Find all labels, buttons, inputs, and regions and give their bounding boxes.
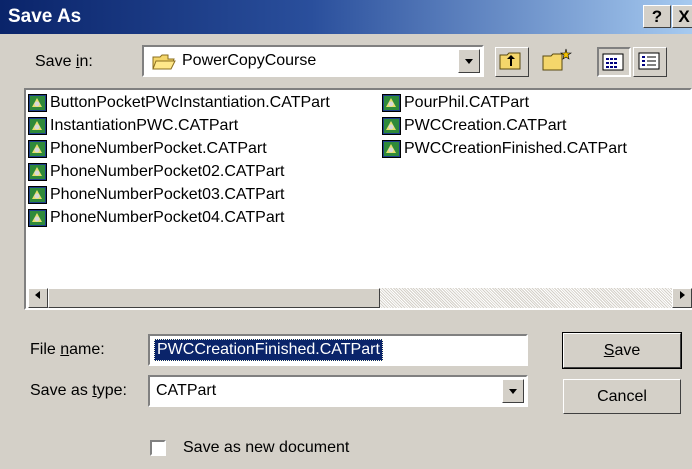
help-button[interactable]: ? [643,5,671,28]
details-view-icon [638,52,660,70]
scrollbar-thumb[interactable] [48,288,380,308]
chevron-left-icon [35,291,40,299]
save-as-type-dropdown[interactable]: CATPart [148,375,528,407]
save-in-value: PowerCopyCourse [182,52,317,69]
file-list-item-name: PWCCreationFinished.CATPart [404,140,627,157]
save-in-dropdown[interactable]: PowerCopyCourse [142,45,484,77]
save-in-dropdown-arrow[interactable] [458,49,480,73]
create-new-folder-icon [542,48,572,71]
catpart-file-icon [382,117,401,135]
catpart-file-icon [382,140,401,158]
chevron-right-icon [680,291,685,299]
catpart-file-icon [28,94,47,112]
chevron-down-icon [509,389,517,394]
horizontal-scrollbar[interactable] [28,288,692,308]
file-list-item-name: ButtonPocketPWcInstantiation.CATPart [50,94,330,111]
catpart-file-icon [28,117,47,135]
folder-open-icon [152,54,176,70]
dialog-title: Save As [8,6,82,27]
save-button[interactable]: Save [562,332,682,369]
save-as-type-label: Save as type: [30,382,127,399]
scroll-right-button[interactable] [672,288,692,308]
catpart-file-icon [28,209,47,227]
details-view-button[interactable] [633,47,667,77]
catpart-file-icon [382,94,401,112]
file-name-input[interactable]: PWCCreationFinished.CATPart [148,334,528,366]
file-list-item-name: PhoneNumberPocket03.CATPart [50,186,285,203]
cancel-button[interactable]: Cancel [563,379,681,414]
file-name-label: File name: [30,341,105,358]
file-list-item-name: PhoneNumberPocket.CATPart [50,140,267,157]
chevron-down-icon [465,59,473,64]
create-new-folder-button[interactable] [540,47,574,77]
file-list-item-name: PWCCreation.CATPart [404,117,567,134]
save-as-new-document-label: Save as new document [183,439,350,456]
close-button[interactable]: X [672,5,692,28]
file-list[interactable]: ButtonPocketPWcInstantiation.CATPart Inst… [24,88,692,310]
title-bar[interactable]: Save As ? X [0,0,692,34]
list-view-button[interactable] [597,47,631,77]
file-name-value: PWCCreationFinished.CATPart [154,339,383,361]
catpart-file-icon [28,140,47,158]
catpart-file-icon [28,186,47,204]
file-list-item-name: InstantiationPWC.CATPart [50,117,239,134]
scroll-left-button[interactable] [28,288,48,308]
file-list-item-name: PhoneNumberPocket02.CATPart [50,163,285,180]
save-as-type-value: CATPart [156,382,217,399]
list-view-icon [602,53,624,71]
file-list-item-name: PhoneNumberPocket04.CATPart [50,209,285,226]
save-as-type-dropdown-arrow[interactable] [502,379,524,403]
save-in-label: Save in: [35,53,93,70]
up-one-level-button[interactable] [495,47,529,77]
save-as-new-document-checkbox[interactable] [150,440,166,456]
up-one-level-icon [499,52,521,70]
save-as-dialog: Save As ? X Save in: PowerCopyCourse But… [0,0,692,469]
file-list-item-name: PourPhil.CATPart [404,94,530,111]
catpart-file-icon [28,163,47,181]
